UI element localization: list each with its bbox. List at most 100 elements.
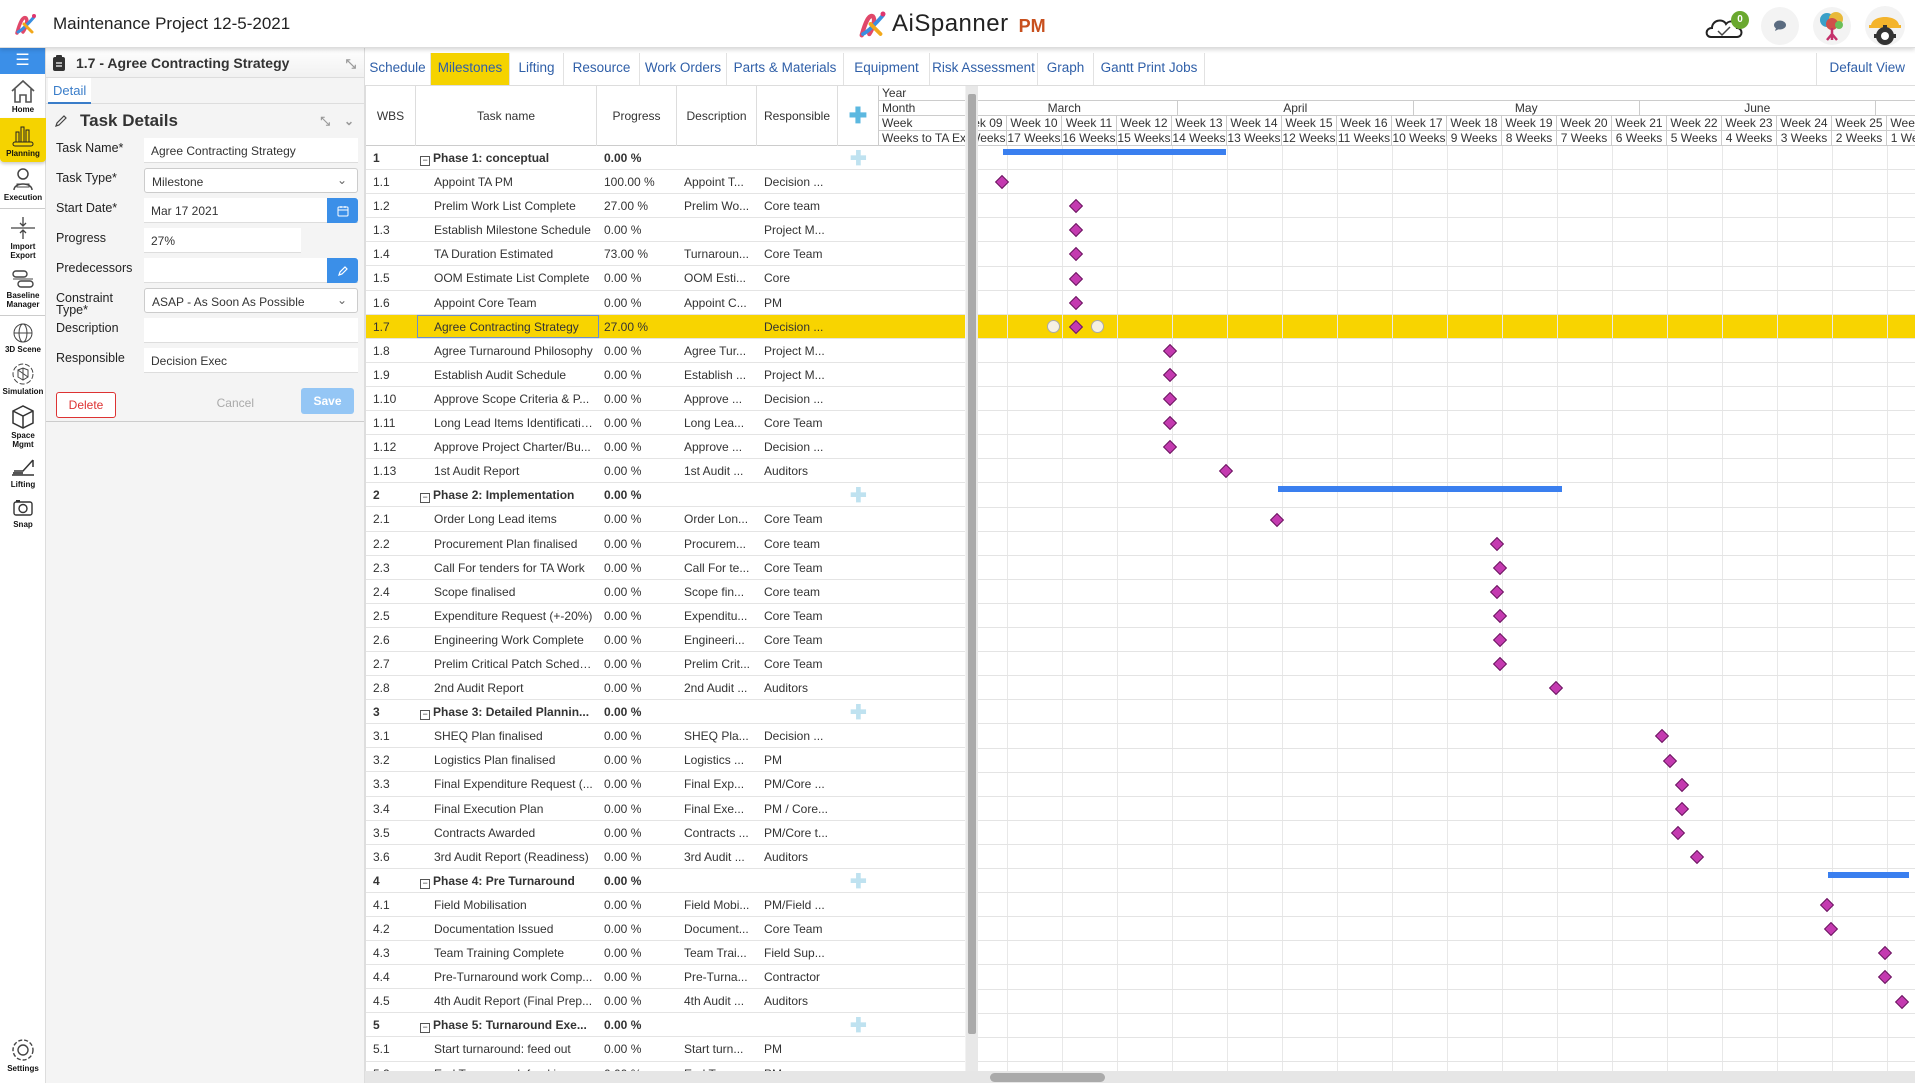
milestone-diamond[interactable]	[1068, 271, 1083, 286]
add-task-icon[interactable]: ✚	[850, 483, 867, 508]
tab-schedule[interactable]: Schedule	[365, 53, 431, 85]
column-header-task-name[interactable]: Task name	[416, 86, 597, 146]
responsible-input[interactable]: Decision Exec	[144, 348, 358, 373]
chat-button[interactable]	[1761, 7, 1799, 45]
task-row[interactable]: 3.4 Final Execution Plan 0.00 % Final Exe..…	[366, 797, 965, 821]
phase-summary-bar[interactable]	[1003, 149, 1226, 156]
nav-settings[interactable]: Settings	[0, 1033, 46, 1077]
column-header-responsible[interactable]: Responsible	[757, 86, 838, 146]
tab-graph[interactable]: Graph	[1038, 53, 1094, 85]
milestone-diamond[interactable]	[1162, 416, 1177, 431]
milestone-diamond[interactable]	[1894, 994, 1909, 1009]
nav-lifting[interactable]: Lifting	[0, 453, 46, 493]
progress-input[interactable]: 27%	[144, 228, 301, 253]
save-button[interactable]: Save	[301, 388, 354, 414]
add-task-icon[interactable]: ✚	[850, 700, 867, 725]
user-avatar[interactable]	[1865, 6, 1905, 46]
task-row[interactable]: 3.6 3rd Audit Report (Readiness) 0.00 % 3rd…	[366, 845, 965, 869]
add-task-icon[interactable]: ✚	[850, 869, 867, 894]
task-row[interactable]: 4.2 Documentation Issued 0.00 % Document...…	[366, 917, 965, 942]
milestone-diamond[interactable]	[1674, 801, 1689, 816]
task-row[interactable]: 4.3 Team Training Complete 0.00 % Team Trai…	[366, 941, 965, 966]
collapse-toggle-icon[interactable]: −	[420, 1023, 430, 1034]
milestone-diamond[interactable]	[1162, 391, 1177, 407]
task-row[interactable]: 2.6 Engineering Work Complete 0.00 % Engine…	[366, 628, 965, 652]
milestone-diamond[interactable]	[1493, 560, 1508, 575]
task-row[interactable]: 2.4 Scope finalised 0.00 % Scope fin... Core…	[366, 580, 965, 604]
ai-brain-button[interactable]	[1813, 7, 1851, 45]
column-header-wbs[interactable]: WBS	[366, 86, 416, 146]
cancel-button[interactable]: Cancel	[217, 396, 254, 410]
add-task-icon[interactable]: ✚	[850, 1013, 867, 1038]
tab-detail[interactable]: Detail	[48, 78, 92, 104]
column-header-progress[interactable]: Progress	[597, 86, 677, 146]
milestone-diamond[interactable]	[1548, 681, 1563, 696]
phase-row[interactable]: 4 − Phase 4: Pre Turnaround 0.00 % ✚	[366, 869, 965, 893]
task-row[interactable]: 4.1 Field Mobilisation 0.00 % Field Mobi...…	[366, 893, 965, 917]
add-task-icon[interactable]: ✚	[850, 146, 867, 171]
cloud-sync-button[interactable]: 0	[1703, 9, 1749, 43]
grid-gantt-splitter-scrollbar[interactable]	[966, 86, 978, 1083]
horizontal-scroll-thumb[interactable]	[990, 1073, 1105, 1082]
task-row[interactable]: 1.5 OOM Estimate List Complete 0.00 % OOM E…	[366, 266, 965, 291]
task-row[interactable]: 3.1 SHEQ Plan finalised 0.00 % SHEQ Pla... D…	[366, 724, 965, 749]
task-row[interactable]: 1.13 1st Audit Report 0.00 % 1st Audit ... A…	[366, 459, 965, 484]
delete-button[interactable]: Delete	[56, 391, 116, 418]
horizontal-scrollbar[interactable]	[365, 1071, 1915, 1083]
nav-snap[interactable]: Snap	[0, 493, 46, 533]
task-row[interactable]: 2.7 Prelim Critical Patch Schedule 0.00 % P…	[366, 652, 965, 677]
milestone-diamond[interactable]	[1690, 849, 1705, 865]
vertical-scroll-thumb[interactable]	[968, 94, 976, 1034]
task-row[interactable]: 1.10 Approve Scope Criteria & P... 0.00 % A…	[366, 387, 965, 412]
collapse-panel-icon[interactable]: ⤡	[346, 56, 356, 72]
phase-row[interactable]: 3 − Phase 3: Detailed Plannin... 0.00 % ✚	[366, 700, 965, 725]
collapse-toggle-icon[interactable]: −	[420, 710, 430, 721]
tab-resource[interactable]: Resource	[564, 53, 640, 85]
milestone-diamond[interactable]	[1068, 247, 1083, 262]
task-row[interactable]: 3.3 Final Expenditure Request (... 0.00 % F…	[366, 772, 965, 797]
task-name-input[interactable]: Agree Contracting Strategy	[144, 138, 358, 163]
tab-gantt-print-jobs[interactable]: Gantt Print Jobs	[1094, 53, 1205, 85]
nav-execution[interactable]: Execution	[0, 162, 46, 206]
milestone-diamond[interactable]	[1493, 632, 1508, 648]
milestone-diamond[interactable]	[1068, 199, 1083, 214]
milestone-diamond[interactable]	[1670, 825, 1686, 840]
task-row[interactable]: 3.2 Logistics Plan finalised 0.00 % Logisti…	[366, 748, 965, 773]
task-row[interactable]: 1.11 Long Lead Items Identification 0.00 %…	[366, 411, 965, 436]
default-view-button[interactable]: Default View	[1816, 53, 1905, 85]
milestone-diamond[interactable]	[1877, 946, 1892, 961]
app-logo-icon[interactable]	[14, 12, 38, 36]
task-row[interactable]: 1.6 Appoint Core Team 0.00 % Appoint C... PM	[366, 291, 965, 315]
phase-row[interactable]: 2 − Phase 2: Implementation 0.00 % ✚	[366, 483, 965, 508]
task-row[interactable]: 1.8 Agree Turnaround Philosophy 0.00 % Agre…	[366, 339, 965, 363]
nav-planning[interactable]: Planning	[0, 118, 46, 162]
start-date-input[interactable]: Mar 17 2021	[144, 198, 358, 223]
milestone-diamond[interactable]	[1674, 777, 1689, 792]
task-row[interactable]: 1.12 Approve Project Charter/Bu... 0.00 % A…	[366, 435, 965, 460]
collapse-toggle-icon[interactable]: −	[420, 878, 430, 889]
task-row[interactable]: 1.3 Establish Milestone Schedule 0.00 % Pro…	[366, 218, 965, 243]
milestone-diamond[interactable]	[1162, 440, 1177, 455]
collapse-toggle-icon[interactable]: −	[420, 493, 430, 504]
milestone-diamond[interactable]	[1823, 922, 1838, 937]
milestone-diamond[interactable]	[1662, 753, 1677, 768]
task-type-select[interactable]: Milestone ⌄	[144, 168, 358, 193]
milestone-diamond[interactable]	[1162, 367, 1177, 383]
nav-baseline-manager[interactable]: Baseline Manager	[0, 264, 46, 313]
milestone-diamond[interactable]	[1068, 295, 1083, 310]
task-row[interactable]: 3.5 Contracts Awarded 0.00 % Contracts ... P…	[366, 821, 965, 845]
milestone-diamond[interactable]	[1218, 464, 1233, 479]
column-header-description[interactable]: Description	[677, 86, 757, 146]
chevron-down-icon[interactable]: ⌄	[344, 114, 354, 129]
milestone-diamond[interactable]	[1068, 223, 1083, 238]
task-row[interactable]: 2.5 Expenditure Request (+-20%) 0.00 % Expe…	[366, 604, 965, 628]
edit-predecessors-button[interactable]	[327, 258, 358, 283]
task-row[interactable]: 2.3 Call For tenders for TA Work 0.00 % Cal…	[366, 556, 965, 580]
task-row[interactable]: 2.2 Procurement Plan finalised 0.00 % Procu…	[366, 532, 965, 556]
task-row[interactable]: 1.1 Appoint TA PM 100.00 % Appoint T... Deci…	[366, 170, 965, 195]
predecessors-input[interactable]	[144, 258, 358, 283]
nav-import-export[interactable]: Import Export	[0, 211, 46, 264]
task-row[interactable]: 4.4 Pre-Turnaround work Comp... 0.00 % Pre-…	[366, 965, 965, 990]
phase-row[interactable]: 5 − Phase 5: Turnaround Exe... 0.00 % ✚	[366, 1013, 965, 1038]
task-row[interactable]: 4.5 4th Audit Report (Final Prep... 0.00 %…	[366, 989, 965, 1014]
